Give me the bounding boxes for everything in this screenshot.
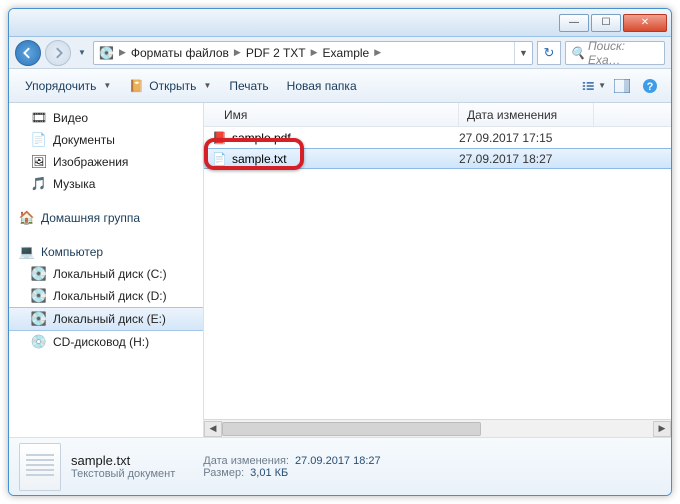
horizontal-scrollbar[interactable]: ◀ ▶ (204, 419, 671, 437)
music-icon (31, 176, 47, 192)
file-list-pane: Имя Дата изменения sample.pdf 27.09.2017… (204, 103, 671, 437)
sidebar-item-documents[interactable]: Документы (9, 129, 203, 151)
details-size-value: 3,01 КБ (250, 467, 288, 479)
chevron-down-icon: ▼ (103, 81, 111, 90)
nav-forward-button[interactable] (45, 40, 71, 66)
details-filetype: Текстовый документ (71, 468, 175, 480)
document-icon (31, 132, 47, 148)
breadcrumb-segment[interactable]: Форматы файлов (126, 42, 234, 64)
file-name: sample.txt (232, 152, 287, 166)
chevron-right-icon: ▶ (374, 47, 381, 58)
view-icon (582, 79, 596, 93)
refresh-button[interactable]: ↻ (537, 41, 561, 65)
scroll-left-button[interactable]: ◀ (204, 421, 222, 437)
preview-pane-icon (614, 79, 630, 93)
sidebar-item-drive-c[interactable]: Локальный диск (C:) (9, 263, 203, 285)
search-icon: 🔍 (570, 46, 585, 60)
sidebar-item-pictures[interactable]: Изображения (9, 151, 203, 173)
file-date: 27.09.2017 18:27 (459, 152, 594, 166)
titlebar: — ☐ ✕ (9, 9, 671, 37)
search-placeholder: Поиск: Exa… (588, 39, 660, 67)
column-header-name[interactable]: Имя (204, 103, 459, 126)
txt-icon (212, 152, 227, 166)
drive-icon: 💽 (99, 46, 114, 60)
pdf-icon (212, 131, 227, 145)
sidebar-item-drive-h[interactable]: CD-дисковод (H:) (9, 331, 203, 353)
computer-icon (19, 244, 35, 260)
open-button[interactable]: 📔Открыть▼ (121, 75, 219, 97)
navigation-bar: ▼ 💽 ▶ Форматы файлов ▶ PDF 2 TXT ▶ Examp… (9, 37, 671, 69)
help-icon: ? (642, 78, 658, 94)
video-icon (31, 110, 47, 126)
maximize-button[interactable]: ☐ (591, 14, 621, 32)
svg-text:?: ? (647, 81, 654, 93)
sidebar-item-computer[interactable]: Компьютер (9, 241, 203, 263)
address-bar[interactable]: 💽 ▶ Форматы файлов ▶ PDF 2 TXT ▶ Example… (93, 41, 533, 65)
chevron-right-icon: ▶ (311, 47, 318, 58)
scroll-thumb[interactable] (222, 422, 481, 436)
chevron-right-icon: ▶ (234, 47, 241, 58)
chevron-down-icon: ▼ (203, 81, 211, 90)
scroll-right-button[interactable]: ▶ (653, 421, 671, 437)
homegroup-icon (19, 210, 35, 226)
details-size-label: Размер: (203, 467, 244, 479)
file-list[interactable]: sample.pdf 27.09.2017 17:15 sample.txt 2… (204, 127, 671, 419)
disk-icon (31, 288, 47, 304)
chevron-down-icon: ▼ (598, 81, 606, 90)
picture-icon (31, 154, 47, 170)
breadcrumb-segment[interactable]: PDF 2 TXT (241, 42, 311, 64)
scroll-track[interactable] (222, 421, 653, 437)
file-row[interactable]: sample.pdf 27.09.2017 17:15 (204, 127, 671, 148)
help-button[interactable]: ? (637, 75, 663, 97)
chevron-right-icon: ▶ (119, 47, 126, 58)
close-button[interactable]: ✕ (623, 14, 667, 32)
search-input[interactable]: 🔍 Поиск: Exa… (565, 41, 665, 65)
sidebar-item-drive-e[interactable]: Локальный диск (E:) (9, 307, 203, 331)
details-filename: sample.txt (71, 453, 175, 468)
file-type-icon (19, 443, 61, 491)
breadcrumb-segment[interactable]: Example (318, 42, 375, 64)
nav-back-button[interactable] (15, 40, 41, 66)
explorer-window: — ☐ ✕ ▼ 💽 ▶ Форматы файлов ▶ PDF 2 TXT ▶… (8, 8, 672, 496)
navigation-pane[interactable]: Видео Документы Изображения Музыка Домаш… (9, 103, 204, 437)
preview-pane-button[interactable] (609, 75, 635, 97)
column-headers: Имя Дата изменения (204, 103, 671, 127)
column-header-modified[interactable]: Дата изменения (459, 103, 594, 126)
cd-icon (31, 334, 47, 350)
sidebar-item-videos[interactable]: Видео (9, 107, 203, 129)
notepad-icon: 📔 (129, 79, 144, 93)
disk-icon (31, 311, 47, 327)
file-date: 27.09.2017 17:15 (459, 131, 594, 145)
print-button[interactable]: Печать (221, 75, 276, 97)
organize-button[interactable]: Упорядочить▼ (17, 75, 119, 97)
sidebar-item-music[interactable]: Музыка (9, 173, 203, 195)
details-modified-value: 27.09.2017 18:27 (295, 455, 381, 467)
file-row[interactable]: sample.txt 27.09.2017 18:27 (204, 148, 671, 169)
toolbar: Упорядочить▼ 📔Открыть▼ Печать Новая папк… (9, 69, 671, 103)
arrow-right-icon (52, 47, 64, 59)
file-name: sample.pdf (232, 131, 291, 145)
nav-history-dropdown[interactable]: ▼ (75, 41, 89, 65)
view-options-button[interactable]: ▼ (581, 75, 607, 97)
arrow-left-icon (22, 47, 34, 59)
explorer-body: Видео Документы Изображения Музыка Домаш… (9, 103, 671, 437)
minimize-button[interactable]: — (559, 14, 589, 32)
details-modified-label: Дата изменения: (203, 455, 289, 467)
new-folder-button[interactable]: Новая папка (279, 75, 365, 97)
sidebar-item-drive-d[interactable]: Локальный диск (D:) (9, 285, 203, 307)
details-pane: sample.txt Текстовый документ Дата измен… (9, 437, 671, 495)
disk-icon (31, 266, 47, 282)
sidebar-item-homegroup[interactable]: Домашняя группа (9, 207, 203, 229)
address-dropdown[interactable]: ▼ (514, 42, 532, 64)
